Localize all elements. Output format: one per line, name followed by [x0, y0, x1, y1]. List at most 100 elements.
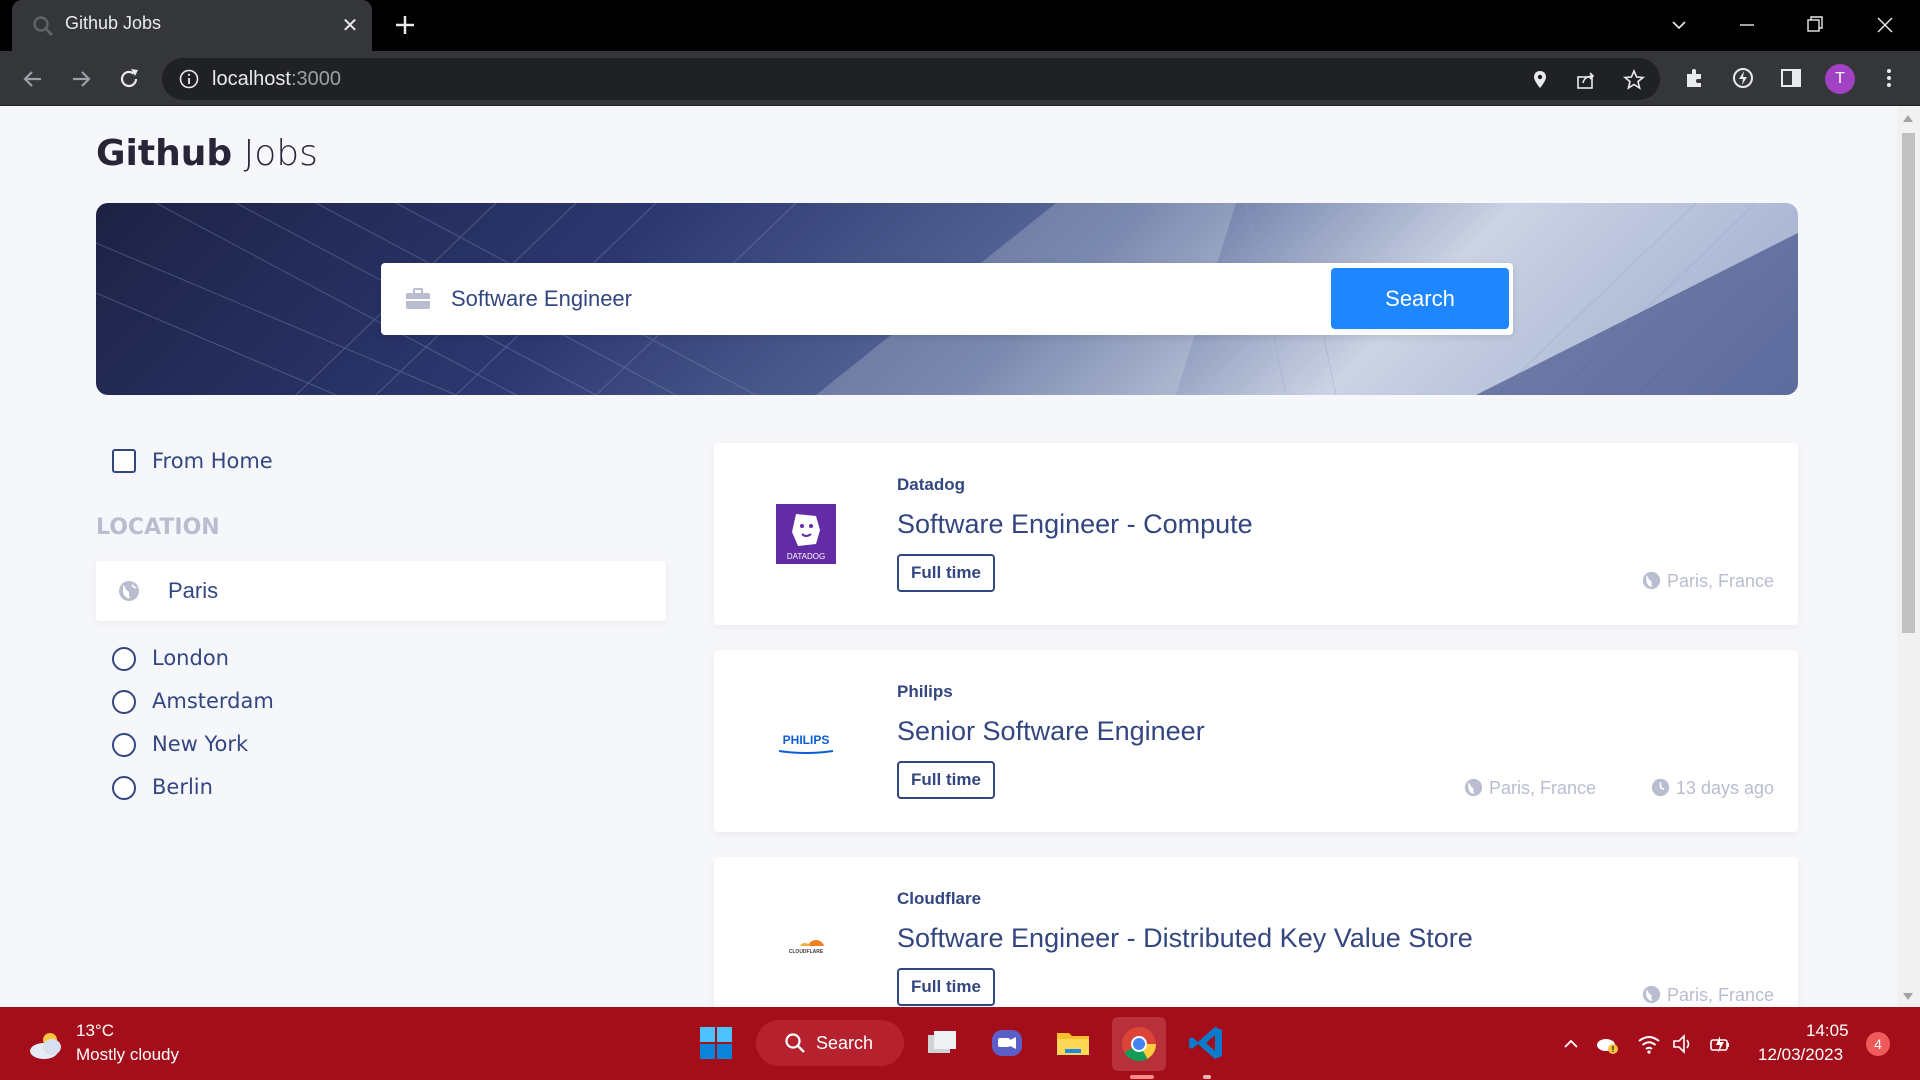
- from-home-checkbox[interactable]: [112, 449, 136, 473]
- city-label: Amsterdam: [152, 689, 274, 713]
- globe-icon: [1642, 571, 1661, 590]
- job-location: Paris, France: [1464, 778, 1596, 799]
- search-icon: [33, 16, 54, 37]
- search-icon: [785, 1033, 805, 1053]
- windows-start-icon[interactable]: [694, 1021, 738, 1065]
- performance-icon[interactable]: [1730, 65, 1756, 91]
- city-radio-list: London Amsterdam New York Berlin: [112, 643, 412, 815]
- browser-toolbar: localhost:3000 T: [0, 51, 1920, 106]
- hero-banner: Search: [96, 203, 1798, 395]
- cloudflare-logo-text: CLOUDFLARE: [789, 949, 824, 955]
- chrome-taskbar-button[interactable]: [1112, 1017, 1166, 1071]
- new-tab-icon[interactable]: [390, 10, 420, 40]
- tab-search-chevron-icon[interactable]: [1664, 10, 1694, 40]
- company-name: Cloudflare: [897, 889, 982, 908]
- page-content: Github Jobs Search: [0, 107, 1897, 1007]
- menu-kebab-icon[interactable]: [1876, 65, 1902, 91]
- radio-button[interactable]: [112, 647, 136, 671]
- volume-icon[interactable]: [1670, 1031, 1696, 1057]
- running-app-indicator: [1203, 1075, 1211, 1079]
- chevron-up-icon[interactable]: [1558, 1031, 1584, 1057]
- location-pin-icon[interactable]: [1528, 68, 1552, 92]
- job-location-text: Paris, France: [1489, 778, 1597, 798]
- reload-icon[interactable]: [114, 64, 144, 94]
- globe-icon: [119, 581, 139, 601]
- job-title[interactable]: Software Engineer - Compute: [897, 509, 1253, 540]
- teams-chat-icon[interactable]: [985, 1021, 1029, 1065]
- back-icon[interactable]: [18, 64, 48, 94]
- taskbar-search-label: Search: [816, 1033, 874, 1053]
- radio-button[interactable]: [112, 690, 136, 714]
- site-info-icon[interactable]: [178, 68, 200, 90]
- task-view-icon[interactable]: [920, 1021, 964, 1065]
- minimize-icon[interactable]: [1732, 10, 1762, 40]
- browser-tab[interactable]: Github Jobs ✕: [12, 0, 372, 51]
- job-card[interactable]: PHILIPS Philips Senior Software Engineer…: [714, 650, 1798, 832]
- cloudflare-logo: CLOUDFLARE: [776, 918, 836, 978]
- datadog-logo-text: DATADOG: [787, 552, 825, 561]
- city-option-berlin[interactable]: Berlin: [112, 772, 412, 815]
- job-posted-text: 13 days ago: [1675, 778, 1774, 798]
- job-card[interactable]: DATADOG Datadog Software Engineer - Comp…: [714, 443, 1798, 625]
- job-search-box: Search: [381, 263, 1513, 335]
- url-text: localhost:3000: [212, 68, 341, 90]
- windows-taskbar: 13°C Mostly cloudy Search ! 14:05 12/03/…: [0, 1007, 1920, 1080]
- address-bar[interactable]: localhost:3000: [162, 58, 1660, 100]
- job-posted: 13 days ago: [1651, 778, 1774, 799]
- city-label: Berlin: [152, 775, 213, 799]
- from-home-label: From Home: [152, 449, 273, 473]
- extensions-icon[interactable]: [1682, 65, 1708, 91]
- job-title[interactable]: Senior Software Engineer: [897, 716, 1205, 747]
- job-search-input[interactable]: [451, 281, 1351, 317]
- wifi-icon[interactable]: [1636, 1031, 1662, 1057]
- page-scrollbar[interactable]: [1897, 107, 1920, 1007]
- browser-tab-strip: Github Jobs ✕: [0, 0, 1920, 51]
- location-heading: LOCATION: [96, 515, 220, 540]
- bookmark-star-icon[interactable]: [1622, 68, 1646, 92]
- notification-badge[interactable]: 4: [1866, 1032, 1890, 1056]
- job-location-text: Paris, France: [1666, 571, 1774, 591]
- close-tab-icon[interactable]: ✕: [337, 12, 363, 38]
- company-name: Datadog: [897, 475, 965, 494]
- side-panel-icon[interactable]: [1778, 65, 1804, 91]
- restore-icon[interactable]: [1800, 10, 1830, 40]
- city-option-new-york[interactable]: New York: [112, 729, 412, 772]
- job-card[interactable]: CLOUDFLARE Cloudflare Software Engineer …: [714, 857, 1798, 1007]
- clock-date[interactable]: 12/03/2023: [1758, 1045, 1843, 1065]
- tab-title: Github Jobs: [65, 13, 162, 33]
- globe-icon: [1464, 778, 1483, 797]
- company-name: Philips: [897, 682, 953, 701]
- scroll-up-arrow-icon[interactable]: [1903, 115, 1913, 122]
- city-option-amsterdam[interactable]: Amsterdam: [112, 686, 412, 729]
- battery-charging-icon[interactable]: [1708, 1031, 1734, 1057]
- forward-icon[interactable]: [66, 64, 96, 94]
- globe-icon: [1642, 985, 1661, 1004]
- vscode-icon[interactable]: [1184, 1021, 1228, 1065]
- datadog-logo: DATADOG: [776, 504, 836, 564]
- city-option-london[interactable]: London: [112, 643, 412, 686]
- profile-avatar[interactable]: T: [1825, 64, 1855, 94]
- city-label: London: [152, 646, 229, 670]
- onedrive-warning-icon[interactable]: !: [1594, 1031, 1620, 1057]
- job-location-text: Paris, France: [1666, 985, 1774, 1005]
- weather-description[interactable]: Mostly cloudy: [76, 1045, 179, 1065]
- chrome-icon: [1122, 1027, 1156, 1061]
- scrollbar-thumb[interactable]: [1902, 133, 1915, 633]
- search-button[interactable]: Search: [1331, 268, 1509, 329]
- radio-button[interactable]: [112, 776, 136, 800]
- close-window-icon[interactable]: [1870, 10, 1900, 40]
- job-title[interactable]: Software Engineer - Distributed Key Valu…: [897, 923, 1473, 954]
- weather-temperature[interactable]: 13°C: [76, 1021, 114, 1041]
- briefcase-icon: [406, 288, 430, 309]
- philips-logo: PHILIPS: [776, 711, 836, 771]
- scroll-down-arrow-icon[interactable]: [1903, 993, 1913, 1000]
- location-input[interactable]: [168, 575, 618, 607]
- taskbar-search-button[interactable]: Search: [756, 1020, 904, 1066]
- share-icon[interactable]: [1574, 68, 1598, 92]
- cloudy-weather-icon[interactable]: [26, 1029, 66, 1061]
- job-list: DATADOG Datadog Software Engineer - Comp…: [714, 443, 1798, 1007]
- clock-icon: [1651, 778, 1670, 797]
- radio-button[interactable]: [112, 733, 136, 757]
- clock-time[interactable]: 14:05: [1806, 1021, 1849, 1041]
- file-explorer-icon[interactable]: [1051, 1021, 1095, 1065]
